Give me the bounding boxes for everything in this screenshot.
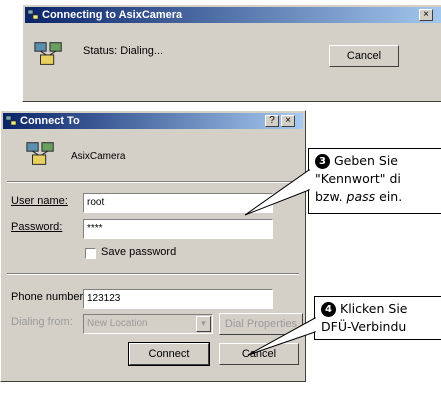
save-password-label[interactable]: Save password [101,246,176,258]
phone-number-field[interactable]: 123123 [83,289,273,309]
step3-line3-italic: pass [346,189,376,204]
step3-line3-prefix: bzw. [315,189,347,204]
dialing-from-select[interactable]: New Location [83,314,213,334]
cancel-button[interactable]: Cancel [219,343,299,365]
step3-line3-suffix: ein. [375,189,403,204]
dialing-from-label: Dialing from: [11,316,73,328]
dial-properties-button[interactable]: Dial Properties [219,313,303,335]
connection-status: Status: Dialing... [83,45,164,57]
connecting-dialog: Connecting to AsixCamera × Status: Diali… [22,4,441,102]
step3-line1: Geben Sie [334,153,398,168]
save-password-checkbox[interactable] [85,248,96,259]
dialup-network-icon [26,142,54,165]
close-icon[interactable]: × [419,9,433,21]
step3-number: 3 [315,154,330,169]
connecting-cancel-button[interactable]: Cancel [329,45,399,67]
header-divider [7,181,299,183]
connect-to-titlebar[interactable]: Connect To [3,113,303,129]
connection-name: AsixCamera [71,151,126,162]
step4-line2: DFÜ-Verbindu [321,319,407,334]
connect-to-title: Connect To [20,115,80,127]
connecting-dialog-titlebar[interactable]: Connecting to AsixCamera [25,7,441,23]
credentials-divider [7,273,299,275]
username-label: User name: [11,195,68,207]
connect-to-dialog: Connect To ? × AsixCamera User name: roo… [0,110,306,382]
password-label: Password: [11,221,63,233]
dialup-icon [5,115,17,126]
phone-number-label: Phone number: [11,291,87,303]
connecting-dialog-title: Connecting to AsixCamera [42,9,183,21]
close-icon[interactable]: × [281,115,295,127]
dialup-icon [27,9,39,20]
username-field[interactable]: root [83,193,273,213]
step4-number: 4 [321,302,336,317]
chevron-down-icon[interactable]: ▼ [196,316,211,332]
dialup-network-icon [34,42,62,65]
password-field[interactable]: **** [83,219,273,239]
step3-callout: 3 Geben Sie "Kennwort" di bzw. pass ein. [308,148,441,214]
step4-line1: Klicken Sie [340,301,408,316]
step4-callout: 4 Klicken Sie DFÜ-Verbindu [314,296,441,340]
connect-button[interactable]: Connect [128,342,210,366]
step3-line2: "Kennwort" di [315,171,401,186]
help-icon[interactable]: ? [265,115,279,127]
